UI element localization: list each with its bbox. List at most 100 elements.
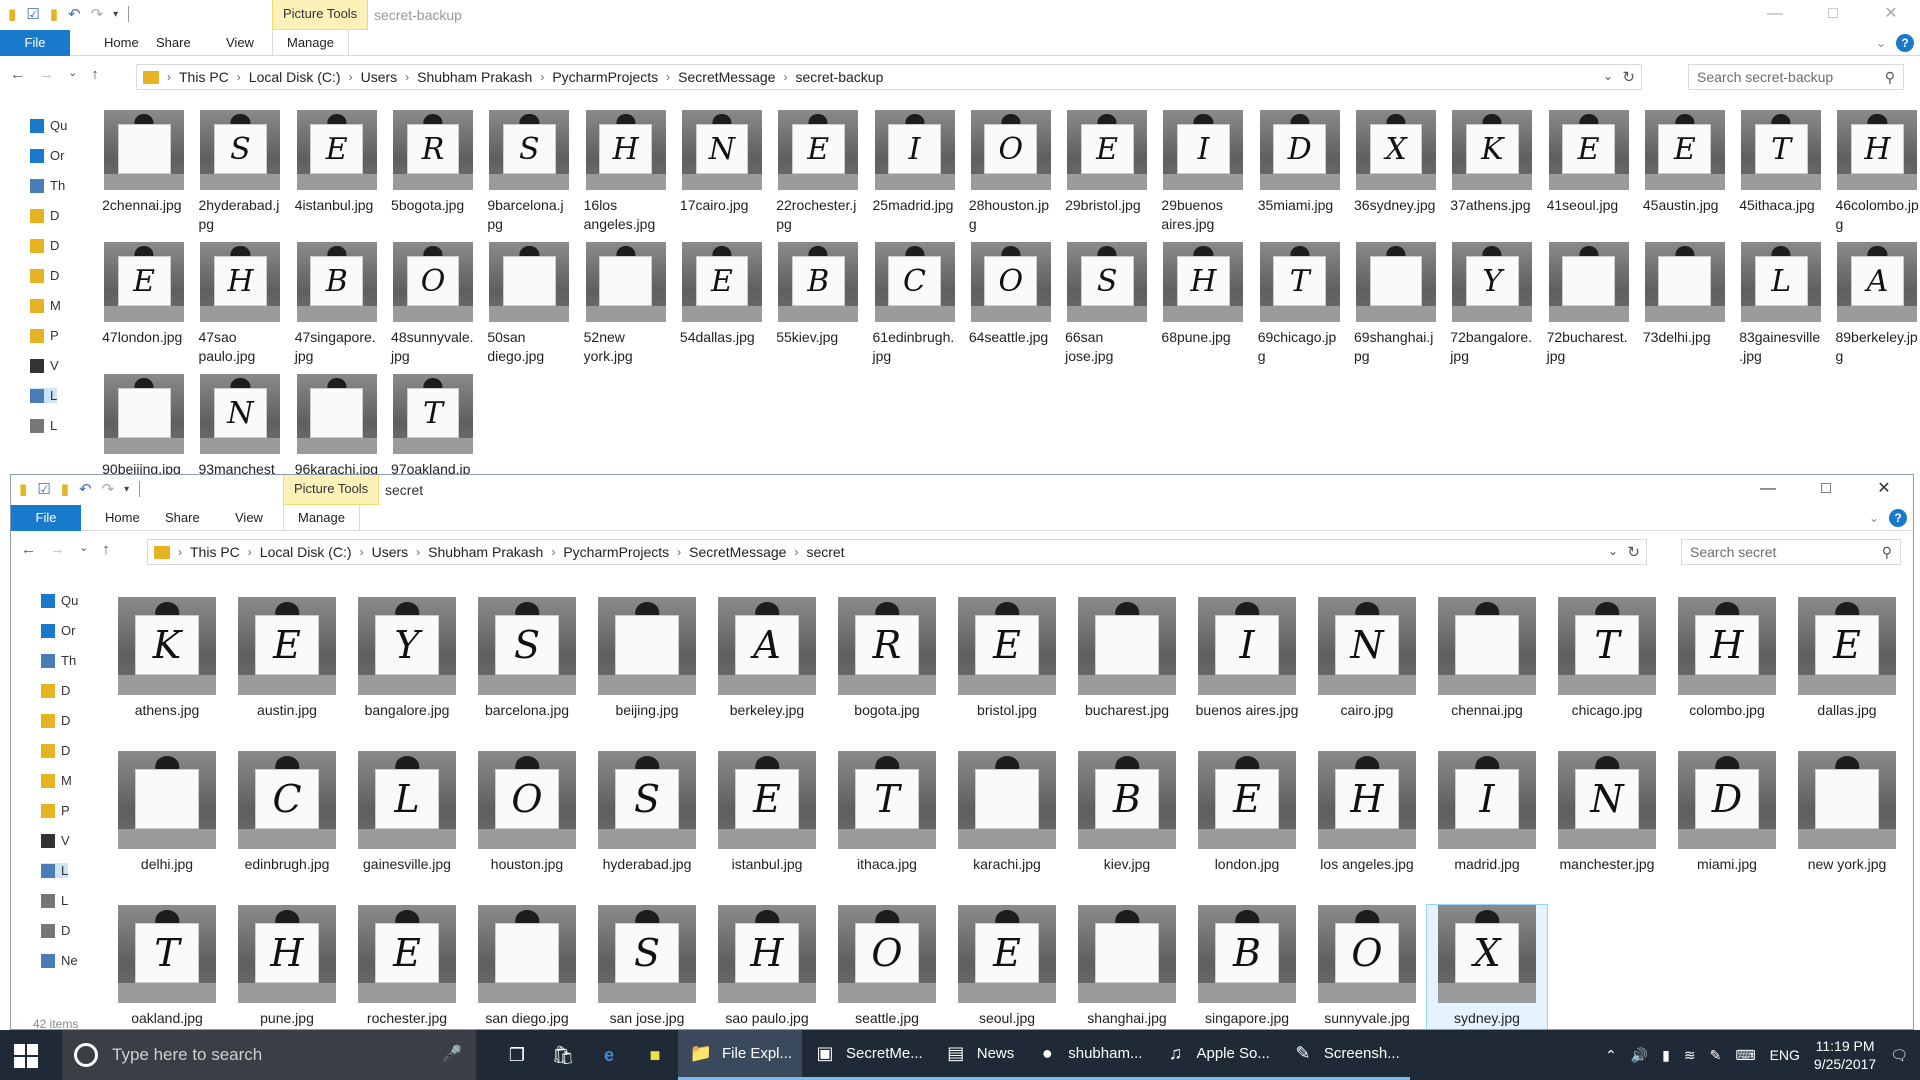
file-item[interactable]: Eaustin.jpg xyxy=(227,597,347,751)
forward-icon[interactable]: → xyxy=(39,66,54,83)
nav-item[interactable]: D xyxy=(30,238,59,253)
task-view-button[interactable]: ❐ xyxy=(494,1030,540,1080)
recent-locations-icon[interactable]: ⌄ xyxy=(68,66,77,83)
file-item[interactable]: Ncairo.jpg xyxy=(1307,597,1427,751)
expand-ribbon-icon[interactable]: ⌄ xyxy=(1869,511,1879,525)
file-item[interactable]: S 2hyderabad.jpg xyxy=(192,110,288,242)
tab-home[interactable]: Home xyxy=(91,505,154,531)
file-item[interactable]: S 66san jose.jpg xyxy=(1059,242,1155,374)
help-icon[interactable]: ? xyxy=(1889,509,1907,527)
search-box[interactable]: Search secret ⚲ xyxy=(1681,539,1901,565)
breadcrumb-item[interactable]: SecretMessage xyxy=(689,544,786,560)
nav-item[interactable]: Th xyxy=(30,178,65,193)
file-item[interactable]: Ybangalore.jpg xyxy=(347,597,467,751)
nav-item[interactable]: Qu xyxy=(30,118,67,133)
breadcrumb-item[interactable]: SecretMessage xyxy=(678,69,775,85)
breadcrumb-item[interactable]: Shubham Prakash xyxy=(428,544,543,560)
tab-manage[interactable]: Manage xyxy=(283,505,360,531)
file-item[interactable]: R 5bogota.jpg xyxy=(385,110,481,242)
taskbar-app-button[interactable]: 📁 File Expl... xyxy=(678,1030,803,1080)
nav-item[interactable]: L xyxy=(30,388,58,403)
nav-item[interactable]: D xyxy=(41,923,70,938)
file-item[interactable]: H 68pune.jpg xyxy=(1155,242,1251,374)
file-item[interactable]: Ebristol.jpg xyxy=(947,597,1067,751)
action-center-icon[interactable]: 🗨 xyxy=(1890,1047,1908,1064)
file-item[interactable]: B 47singapore.jpg xyxy=(289,242,385,374)
file-item[interactable]: A 89berkeley.jpg xyxy=(1829,242,1920,374)
file-item[interactable]: E 4istanbul.jpg xyxy=(289,110,385,242)
minimize-icon[interactable]: — xyxy=(1746,0,1804,30)
expand-ribbon-icon[interactable]: ⌄ xyxy=(1876,36,1886,50)
file-item[interactable]: Rbogota.jpg xyxy=(827,597,947,751)
file-item[interactable]: bucharest.jpg xyxy=(1067,597,1187,751)
refresh-icon[interactable]: ↻ xyxy=(1627,543,1640,561)
keyboard-icon[interactable]: ⌨ xyxy=(1735,1047,1755,1064)
file-item[interactable]: Bsingapore.jpg xyxy=(1187,905,1307,1029)
file-item[interactable]: L 83gainesville.jpg xyxy=(1733,242,1829,374)
taskbar-app-button[interactable]: ▣ SecretMe... xyxy=(802,1030,933,1080)
file-item[interactable]: Tchicago.jpg xyxy=(1547,597,1667,751)
breadcrumb-item[interactable]: secret xyxy=(806,544,844,560)
file-item[interactable]: K 37athens.jpg xyxy=(1444,110,1540,242)
redo-icon[interactable]: ↷ xyxy=(102,480,115,498)
tab-file[interactable]: File xyxy=(0,30,70,56)
file-item[interactable]: C 61edinbrugh.jpg xyxy=(866,242,962,374)
file-item[interactable]: 2chennai.jpg xyxy=(96,110,192,242)
file-item[interactable]: shanghai.jpg xyxy=(1067,905,1187,1029)
store-button[interactable]: 🛍 xyxy=(540,1030,586,1080)
new-folder-icon[interactable]: ▮ xyxy=(50,5,58,23)
search-input[interactable]: Search secret xyxy=(1690,544,1776,560)
file-item[interactable]: Hpune.jpg xyxy=(227,905,347,1029)
file-item[interactable]: H 47sao paulo.jpg xyxy=(192,242,288,374)
file-item[interactable]: Imadrid.jpg xyxy=(1427,751,1547,905)
taskbar-app-button[interactable]: ✎ Screensh... xyxy=(1279,1030,1410,1080)
file-item[interactable]: O 64seattle.jpg xyxy=(963,242,1059,374)
file-item[interactable]: E 47london.jpg xyxy=(96,242,192,374)
file-item[interactable]: S 9barcelona.jpg xyxy=(481,110,577,242)
breadcrumb-item[interactable]: Shubham Prakash xyxy=(417,69,532,85)
file-item[interactable]: san diego.jpg xyxy=(467,905,587,1029)
file-item[interactable]: 69shanghai.jpg xyxy=(1348,242,1444,374)
tab-manage[interactable]: Manage xyxy=(272,30,349,56)
file-item[interactable]: E 41seoul.jpg xyxy=(1540,110,1636,242)
file-item[interactable]: Shyderabad.jpg xyxy=(587,751,707,905)
breadcrumb-item[interactable]: Users xyxy=(372,544,409,560)
nav-item[interactable]: M xyxy=(30,298,61,313)
file-item[interactable]: Eistanbul.jpg xyxy=(707,751,827,905)
file-item[interactable]: E 22rochester.jpg xyxy=(770,110,866,242)
nav-item[interactable]: P xyxy=(41,803,70,818)
recent-locations-icon[interactable]: ⌄ xyxy=(79,541,88,558)
taskbar-search[interactable]: Type here to search 🎤 xyxy=(62,1030,476,1080)
file-item[interactable]: karachi.jpg xyxy=(947,751,1067,905)
file-item[interactable]: Tithaca.jpg xyxy=(827,751,947,905)
file-item[interactable]: 90beijing.jpg xyxy=(96,374,192,474)
file-item[interactable]: Osunnyvale.jpg xyxy=(1307,905,1427,1029)
file-item[interactable]: E 45austin.jpg xyxy=(1637,110,1733,242)
file-item[interactable]: B 55kiev.jpg xyxy=(770,242,866,374)
battery-icon[interactable]: ▮ xyxy=(1662,1047,1670,1064)
file-item[interactable]: chennai.jpg xyxy=(1427,597,1547,751)
chevron-down-icon[interactable]: ⌄ xyxy=(1608,544,1618,558)
nav-item[interactable]: M xyxy=(41,773,72,788)
file-item[interactable]: new york.jpg xyxy=(1787,751,1907,905)
back-icon[interactable]: ← xyxy=(10,66,25,83)
file-item[interactable]: Bkiev.jpg xyxy=(1067,751,1187,905)
file-item[interactable]: E 54dallas.jpg xyxy=(674,242,770,374)
breadcrumb-item[interactable]: Local Disk (C:) xyxy=(249,69,341,85)
address-bar[interactable]: › This PC › Local Disk (C:) › Users › Shubh… xyxy=(147,539,1647,565)
properties-icon[interactable]: ☑ xyxy=(26,5,39,23)
breadcrumb-item[interactable]: PycharmProjects xyxy=(552,69,658,85)
file-item[interactable]: Y 72bangalore.jpg xyxy=(1444,242,1540,374)
file-item[interactable]: Xsydney.jpg xyxy=(1426,904,1548,1029)
file-item[interactable]: Ssan jose.jpg xyxy=(587,905,707,1029)
file-item[interactable]: T 97oakland.jpg xyxy=(385,374,481,474)
file-item[interactable]: Aberkeley.jpg xyxy=(707,597,827,751)
volume-icon[interactable]: 🔊 xyxy=(1631,1047,1648,1064)
search-box[interactable]: Search secret-backup ⚲ xyxy=(1688,64,1904,90)
file-item[interactable]: 50san diego.jpg xyxy=(481,242,577,374)
file-item[interactable]: H 46colombo.jpg xyxy=(1829,110,1920,242)
customize-toolbar-icon[interactable]: ▾ xyxy=(124,484,129,495)
properties-icon[interactable]: ☑ xyxy=(37,480,50,498)
taskbar-app-button[interactable]: ▤ News xyxy=(932,1030,1025,1080)
nav-item[interactable]: V xyxy=(30,358,59,373)
